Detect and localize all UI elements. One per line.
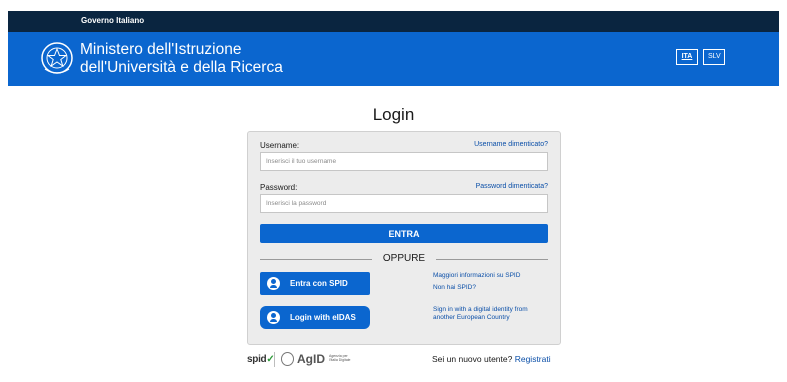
eidas-login-button[interactable]: Login with eIDAS [260, 306, 370, 329]
agid-seal-icon [281, 352, 294, 366]
spid-logo-text: spid [247, 354, 267, 365]
page-title: Login [372, 105, 415, 124]
spid-login-button[interactable]: Entra con SPID [260, 272, 370, 295]
user-icon [267, 277, 280, 290]
separator: OPPURE [248, 253, 560, 264]
eidas-login-label: Login with eIDAS [290, 313, 356, 322]
logo-divider [274, 352, 275, 367]
ministry-header: Ministero dell'Istruzione dell'Universit… [8, 32, 779, 86]
spid-info-link[interactable]: Maggiori informazioni su SPID [433, 272, 520, 280]
password-input[interactable] [260, 194, 548, 213]
register-link[interactable]: Registrati [515, 354, 551, 364]
government-bar: Governo Italiano [8, 11, 779, 32]
spid-login-label: Entra con SPID [290, 279, 348, 288]
login-submit-button[interactable]: ENTRA [260, 224, 548, 243]
login-panel: Username: Username dimenticato? Password… [247, 131, 561, 345]
new-user-prompt: Sei un nuovo utente? Registrati [432, 354, 551, 364]
language-slv-button[interactable]: SLV [703, 49, 725, 65]
government-bar-label[interactable]: Governo Italiano [81, 16, 144, 25]
username-input[interactable] [260, 152, 548, 171]
password-label: Password: [260, 183, 298, 192]
eidas-info-link[interactable]: Sign in with a digital identity from ano… [433, 306, 528, 322]
eidas-info-line2: another European Country [433, 314, 510, 321]
language-ita-button[interactable]: ITA [676, 49, 698, 65]
forgot-username-link[interactable]: Username dimenticato? [474, 141, 548, 148]
agid-subtitle-line2: l'Italia Digitale [329, 358, 351, 362]
ministry-title[interactable]: Ministero dell'Istruzione dell'Universit… [80, 41, 283, 77]
username-label: Username: [260, 141, 300, 150]
ministry-title-line2: dell'Università e della Ricerca [80, 59, 283, 76]
republic-emblem-icon [41, 42, 73, 74]
user-icon [267, 311, 280, 324]
new-user-text: Sei un nuovo utente? [432, 354, 513, 364]
eidas-info-line1: Sign in with a digital identity from [433, 306, 528, 313]
agid-logo: AgID [297, 352, 325, 366]
separator-label: OPPURE [376, 253, 432, 264]
no-spid-link[interactable]: Non hai SPID? [433, 284, 476, 292]
spid-logo: spid✓ [247, 354, 275, 365]
ministry-title-line1: Ministero dell'Istruzione [80, 41, 242, 58]
agid-subtitle: Agenzia per l'Italia Digitale [329, 354, 359, 362]
forgot-password-link[interactable]: Password dimenticata? [476, 183, 548, 190]
